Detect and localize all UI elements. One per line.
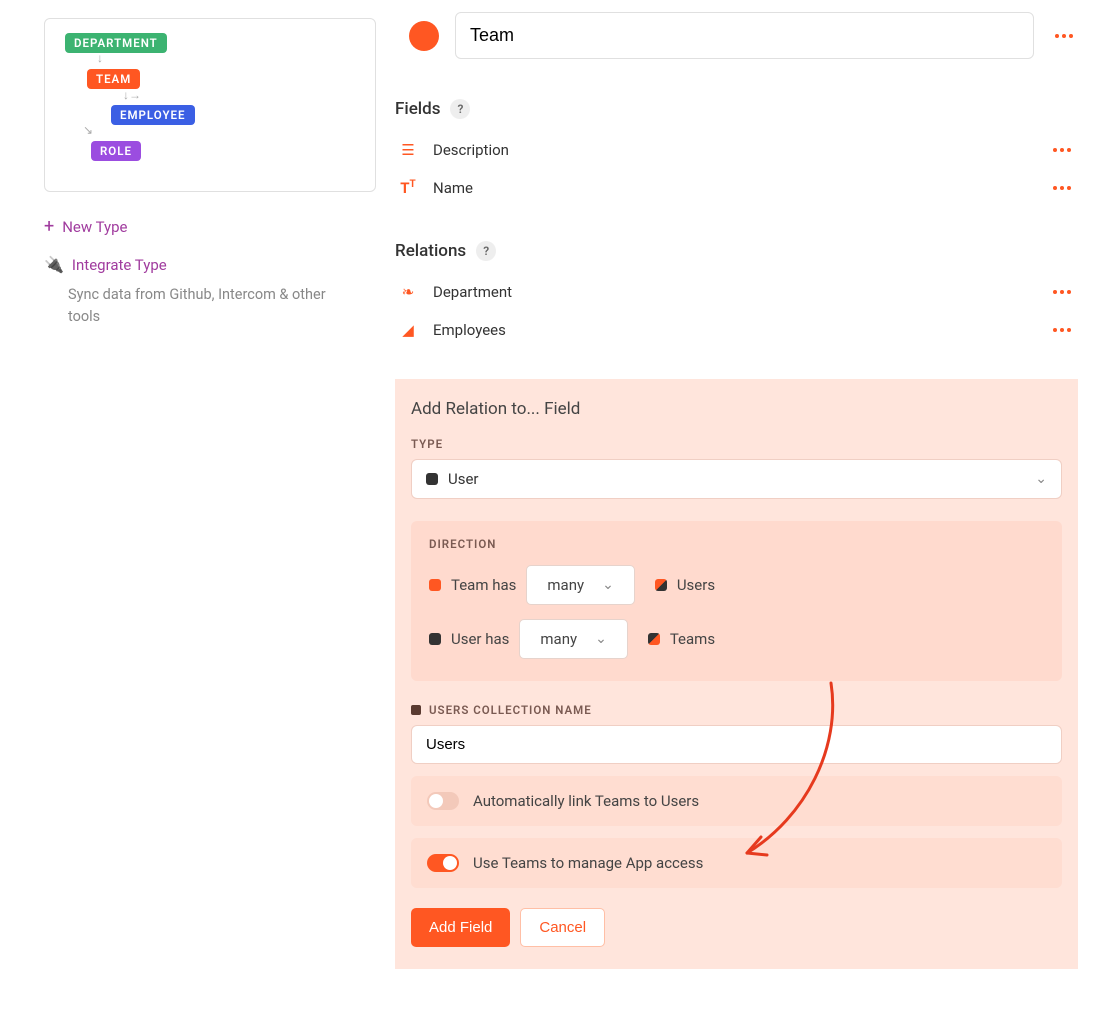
direction-row-2: User has many ⌄ Teams [429,619,1044,659]
plus-icon: + [44,216,54,237]
arrow-icon: ↘ [83,124,93,136]
relation-label: Department [433,283,1034,301]
title-row [395,12,1078,59]
type-label: TYPE [411,437,1062,451]
node-department[interactable]: DEPARTMENT [65,33,167,53]
field-label: Name [433,179,1034,197]
team-color-icon [429,579,441,591]
type-color-icon [426,473,438,485]
toggle-label: Use Teams to manage App access [473,854,703,872]
add-field-button[interactable]: Add Field [411,908,510,947]
integrate-type-button[interactable]: 🔌 Integrate Type [44,255,377,274]
team-color-icon [648,633,660,645]
relation-row[interactable]: ◢ Employees [395,311,1078,349]
relations-header: Relations ? [395,241,1078,261]
dir1-cardinality-select[interactable]: many ⌄ [526,565,634,605]
field-more-button[interactable] [1048,142,1076,158]
chevron-down-icon: ⌄ [1035,471,1047,487]
relation-more-button[interactable] [1048,322,1076,338]
field-row[interactable]: TT Name [395,169,1078,207]
relation-row[interactable]: ❧ Department [395,273,1078,311]
node-employee[interactable]: EMPLOYEE [111,105,195,125]
type-select[interactable]: User ⌄ [411,459,1062,499]
type-name-input[interactable] [455,12,1034,59]
text-icon: TT [397,179,419,197]
chevron-down-icon: ⌄ [595,631,607,647]
list-icon: ☰ [397,141,419,159]
new-type-button[interactable]: + New Type [44,216,377,237]
triangle-icon: ◢ [397,321,419,339]
user-color-icon [655,579,667,591]
dir-left: User has [451,630,509,648]
help-icon[interactable]: ? [450,99,470,119]
button-row: Add Field Cancel [411,908,1062,947]
toggle-switch[interactable] [427,854,459,872]
dir2-cardinality-select[interactable]: many ⌄ [519,619,627,659]
arrow-icon: ↓ [97,52,103,64]
arrow-icon: ↓→ [123,89,141,101]
direction-label: DIRECTION [429,537,1044,551]
node-role[interactable]: ROLE [91,141,141,161]
square-icon [411,705,421,715]
integrate-desc: Sync data from Github, Intercom & other … [68,284,328,329]
dir-right: Teams [670,630,715,648]
toggle-label: Automatically link Teams to Users [473,792,699,810]
direction-row-1: Team has many ⌄ Users [429,565,1044,605]
sidebar: DEPARTMENT TEAM EMPLOYEE ROLE ↓ ↓→ ↘ + N… [0,0,395,1025]
schema-diagram: DEPARTMENT TEAM EMPLOYEE ROLE ↓ ↓→ ↘ [44,18,376,192]
add-relation-panel: Add Relation to... Field TYPE User ⌄ DIR… [395,379,1078,969]
field-more-button[interactable] [1048,180,1076,196]
cancel-button[interactable]: Cancel [520,908,605,947]
field-label: Description [433,141,1034,159]
collection-name-group: USERS COLLECTION NAME [411,703,1062,764]
direction-box: DIRECTION Team has many ⌄ Users User has… [411,521,1062,681]
field-row[interactable]: ☰ Description [395,131,1078,169]
toggle-manage-access[interactable]: Use Teams to manage App access [411,838,1062,888]
type-select-value: User [448,470,479,488]
relation-more-button[interactable] [1048,284,1076,300]
plug-icon: 🔌 [44,255,64,274]
fields-title: Fields [395,99,440,119]
fields-header: Fields ? [395,99,1078,119]
dir-right: Users [677,576,715,594]
toggle-auto-link[interactable]: Automatically link Teams to Users [411,776,1062,826]
integrate-type-label: Integrate Type [72,256,167,274]
node-team[interactable]: TEAM [87,69,140,89]
help-icon[interactable]: ? [476,241,496,261]
toggle-switch[interactable] [427,792,459,810]
relations-title: Relations [395,241,466,261]
more-menu-button[interactable] [1050,28,1078,44]
user-color-icon [429,633,441,645]
new-type-label: New Type [62,218,127,236]
dir-left: Team has [451,576,516,594]
main: Fields ? ☰ Description TT Name Relations… [395,0,1100,1025]
type-color-dot[interactable] [409,21,439,51]
collection-name-input[interactable] [411,725,1062,764]
chevron-down-icon: ⌄ [602,577,614,593]
relation-label: Employees [433,321,1034,339]
collection-label: USERS COLLECTION NAME [411,703,1062,717]
leaf-icon: ❧ [397,283,419,301]
panel-title: Add Relation to... Field [411,399,1062,419]
